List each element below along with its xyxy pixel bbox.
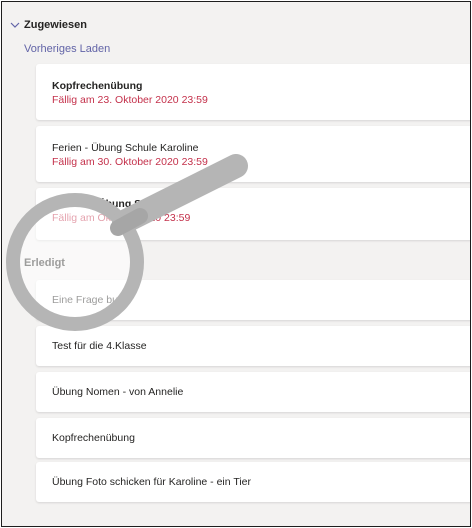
assignment-card[interactable]: Ferien - Übung Schule Karoline Fällig am… [36, 126, 470, 182]
completed-title: Test für die 4.Klasse [52, 340, 147, 352]
section-title-assigned: Zugewiesen [24, 19, 87, 31]
completed-title: Übung Nomen - von Annelie [52, 386, 184, 398]
assignment-card[interactable]: Übung Schule Fällig am Oktober 2020 23:5… [36, 188, 470, 240]
completed-card[interactable]: Test für die 4.Klasse [36, 326, 470, 366]
section-header-done[interactable]: Erledigt [10, 254, 65, 272]
assignment-title: Übung Schule [98, 198, 169, 210]
completed-card[interactable]: Übung Nomen - von Annelie [36, 372, 470, 412]
chevron-down-icon [10, 260, 20, 266]
chevron-down-icon [10, 22, 20, 28]
assignment-title: Kopfrechenübung [52, 80, 143, 92]
assignment-due: Fällig am 30. Oktober 2020 23:59 [52, 156, 208, 168]
section-header-assigned[interactable]: Zugewiesen [10, 16, 87, 34]
completed-card[interactable]: Übung Foto schicken für Karoline - ein T… [36, 462, 470, 502]
completed-title: Eine Frage buch [52, 294, 130, 306]
completed-title: Übung Foto schicken für Karoline - ein T… [52, 476, 252, 488]
assignment-due: Fällig am 23. Oktober 2020 23:59 [52, 94, 208, 106]
section-title-done: Erledigt [24, 257, 65, 269]
completed-card[interactable]: Kopfrechenübung [36, 418, 470, 458]
assignment-title: Ferien - Übung Schule Karoline [52, 142, 199, 154]
assignment-due: Fällig am Oktober 2020 23:59 [52, 212, 191, 224]
completed-card[interactable]: Eine Frage buch [36, 280, 470, 320]
assignments-pane: Zugewiesen Vorheriges Laden Kopfrechenüb… [1, 1, 471, 527]
load-previous-link[interactable]: Vorheriges Laden [24, 43, 110, 55]
completed-title: Kopfrechenübung [52, 432, 135, 444]
assignment-card[interactable]: Kopfrechenübung Fällig am 23. Oktober 20… [36, 64, 470, 120]
